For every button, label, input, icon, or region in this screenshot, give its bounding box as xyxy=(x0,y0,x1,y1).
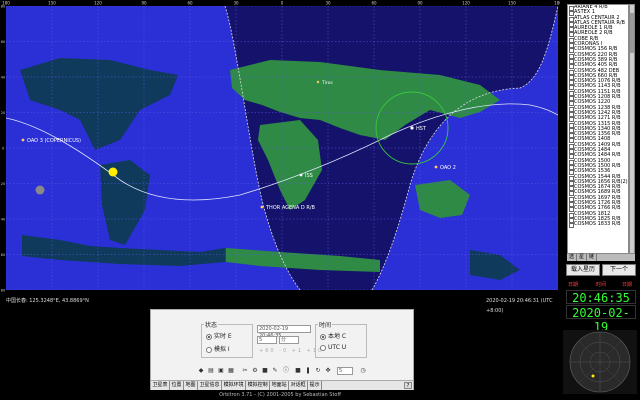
radar-sun-icon xyxy=(591,374,595,378)
bottom-tab[interactable]: 对话框 xyxy=(289,381,309,390)
coordinate-bar: 中国长春: 125.3248°E, 43.8869°N 2020-02-19 2… xyxy=(0,296,560,314)
bottom-tab[interactable]: 模拟控制 xyxy=(246,381,271,390)
longitude-tick-label: 30 xyxy=(233,1,239,6)
longitude-tick-label: 120 xyxy=(462,1,470,6)
datetime-field[interactable]: 2020-02-19 20:46:35 xyxy=(257,325,311,339)
info-icon[interactable]: ⓘ xyxy=(282,367,290,375)
tools-icon[interactable]: ✂ xyxy=(241,367,249,375)
step-unit-select[interactable]: 分 xyxy=(279,336,299,344)
clock-date: 2020-02-19 xyxy=(566,305,636,334)
edit-icon[interactable]: ✎ xyxy=(271,367,279,375)
bottom-tab[interactable]: 模拟环境 xyxy=(222,381,247,390)
longitude-tick-label: 120 xyxy=(94,1,102,6)
sidebar-tabs[interactable]: 选星链 xyxy=(567,254,635,261)
longitude-tick-label: 150 xyxy=(508,1,516,6)
latitude-tick-label: 40 xyxy=(1,76,5,80)
settings-icon[interactable]: ⚙ xyxy=(251,367,259,375)
map-icon[interactable]: ▦ xyxy=(227,367,235,375)
next-button[interactable]: 下一个 xyxy=(602,264,636,276)
control-panel: 状态 实时 E 模拟 I 2020-02-19 20:46:35 5 分 +60… xyxy=(150,309,414,381)
longitude-tick-label: 60 xyxy=(371,1,377,6)
satellite-label-iss: ISS xyxy=(305,173,313,179)
radio-unchecked-icon xyxy=(206,346,212,353)
satellite-list-item[interactable]: COSMOS 1833 R/B xyxy=(568,221,628,229)
status-bar: Orbitron 3.71 - (C) 2001-2005 by Sebasti… xyxy=(0,391,560,400)
longitude-tick-label: 0 xyxy=(281,1,284,6)
satellite-label-oao2: OAO 2 xyxy=(440,165,456,171)
world-map[interactable]: OAO 3 (COPERNICUS) ISS THOR AGENA D R/B … xyxy=(0,0,560,295)
pause-icon[interactable]: ❚ xyxy=(304,367,312,375)
latitude-tick-label: 20 xyxy=(1,182,5,186)
fullscreen-icon[interactable]: ✥ xyxy=(324,367,332,375)
longitude-tick-label: 90 xyxy=(141,1,147,6)
step-shortcuts[interactable]: +60 -0 +1 +10 xyxy=(259,348,323,354)
bottom-tabs[interactable]: 卫星表 位置 地图 卫星信息 模拟环境 模拟控制 地面站 对话框 提示 xyxy=(150,381,414,390)
radio-checked-icon xyxy=(206,333,212,340)
clock-label-right: 日期 xyxy=(622,282,633,288)
load-satellites-button[interactable]: 载入星历 xyxy=(566,264,600,276)
realtime-label: 实时 E xyxy=(214,333,232,340)
step-value-field[interactable]: 5 xyxy=(257,336,277,344)
bottom-tab[interactable]: 位置 xyxy=(170,381,185,390)
screenshot-icon[interactable]: ▣ xyxy=(217,367,225,375)
satellite-label-tiros: Tiros xyxy=(321,80,333,86)
longitude-tick-label: 60 xyxy=(187,1,193,6)
map-datetime: 2020-02-19 20:46:31 (UTC +8:00) xyxy=(486,298,553,314)
realtime-radio[interactable]: 实时 E xyxy=(206,331,232,340)
satellite-label-hst: HST xyxy=(416,126,427,132)
clock-time: 20:46:35 xyxy=(566,290,636,305)
latitude-tick-label: 60 xyxy=(1,253,5,257)
longitude-tick-label: 30 xyxy=(325,1,331,6)
sidebar-tab-3[interactable]: 链 xyxy=(587,254,598,261)
clock-labels: 日期 时间 日期 xyxy=(566,281,636,289)
latitude-tick-label: 60 xyxy=(1,40,5,44)
bottom-tab[interactable]: 卫星表 xyxy=(151,381,171,390)
sidebar-tab-2[interactable]: 星 xyxy=(577,254,588,261)
satellite-thor-agena[interactable]: THOR AGENA D R/B xyxy=(260,205,316,211)
sync-icon[interactable]: ↻ xyxy=(314,367,322,375)
satellite-oao3[interactable]: OAO 3 (COPERNICUS) xyxy=(21,138,81,144)
bottom-tab[interactable]: 卫星信息 xyxy=(198,381,223,390)
state-group-label: 状态 xyxy=(204,320,219,329)
radio-checked-icon xyxy=(320,333,326,340)
clock-label-mid: 时间 xyxy=(596,282,607,288)
rotator-icon[interactable]: ◆ xyxy=(197,367,205,375)
latitude-tick-label: 80 xyxy=(1,289,5,293)
save-icon[interactable]: ■ xyxy=(261,367,269,375)
time-group xyxy=(315,324,367,358)
bottom-tab[interactable]: 地图 xyxy=(184,381,199,390)
local-time-radio[interactable]: 本地 C xyxy=(320,331,346,340)
sky-radar xyxy=(563,330,637,394)
help-tab[interactable]: ? xyxy=(404,382,412,389)
simulate-label: 模拟 I xyxy=(214,346,230,353)
bottom-tab[interactable]: 地面站 xyxy=(270,381,290,390)
utc-time-radio[interactable]: UTC U xyxy=(320,344,346,351)
time-group-label: 时间 xyxy=(318,320,333,329)
local-time-label: 本地 C xyxy=(328,333,347,340)
longitude-tick-label: 90 xyxy=(417,1,423,6)
satellite-label-thor-agena: THOR AGENA D R/B xyxy=(265,205,316,211)
scrollbar-thumb[interactable] xyxy=(630,13,634,53)
utc-time-label: UTC U xyxy=(328,344,347,351)
print-icon[interactable]: ▤ xyxy=(207,367,215,375)
clock-label-left: 日期 xyxy=(568,282,579,288)
satellite-label-oao3: OAO 3 (COPERNICUS) xyxy=(27,138,81,144)
timer-icon[interactable]: ◷ xyxy=(359,367,367,375)
latitude-tick-label: 20 xyxy=(1,111,5,115)
simulate-radio[interactable]: 模拟 I xyxy=(206,344,230,353)
bottom-tab[interactable]: 提示 xyxy=(308,381,323,390)
speed-select[interactable]: 5 xyxy=(337,367,353,375)
cursor-position: 中国长春: 125.3248°E, 43.8869°N xyxy=(6,298,89,304)
latitude-tick-label: 0 xyxy=(2,147,4,151)
satellite-list-scrollbar[interactable] xyxy=(629,4,635,254)
longitude-tick-label: 150 xyxy=(48,1,56,6)
latitude-tick-label: 80 xyxy=(1,5,5,9)
latitude-tick-label: 40 xyxy=(1,218,5,222)
sun-icon xyxy=(108,167,118,177)
sidebar-tab-1[interactable]: 选 xyxy=(567,254,578,261)
stop-icon[interactable]: ■ xyxy=(294,367,302,375)
moon-icon xyxy=(35,185,45,195)
radio-unchecked-icon xyxy=(320,344,326,351)
satellite-list[interactable]: ARIANE 4 R/B ASTEX 1 ATLAS CENTAUR 2 ATLAS … xyxy=(567,4,629,254)
